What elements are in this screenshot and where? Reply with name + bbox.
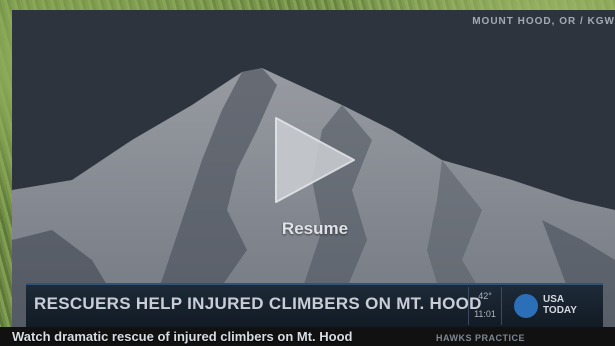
ticker-text: HAWKS PRACTICE: [436, 333, 526, 343]
location-tag: MOUNT HOOD, OR / KGW: [472, 16, 615, 27]
clock-time: 11:01: [474, 309, 496, 319]
brand-line-2: TODAY: [543, 305, 577, 316]
weather-time-box: 42° 11:01: [468, 287, 502, 325]
play-icon: [275, 117, 355, 203]
temperature: 42°: [478, 291, 492, 301]
usa-today-logo-icon: [514, 294, 538, 318]
resume-label[interactable]: Resume: [250, 219, 380, 239]
video-title-link[interactable]: Watch dramatic rescue of injured climber…: [12, 329, 352, 344]
brand-line-1: USA: [543, 294, 565, 305]
headline-text: RESCUERS HELP INJURED CLIMBERS ON MT. HO…: [34, 294, 482, 313]
news-lower-third: RESCUERS HELP INJURED CLIMBERS ON MT. HO…: [26, 283, 603, 329]
play-button[interactable]: [270, 110, 360, 210]
usa-today-logo-text: USA TODAY: [543, 294, 593, 316]
